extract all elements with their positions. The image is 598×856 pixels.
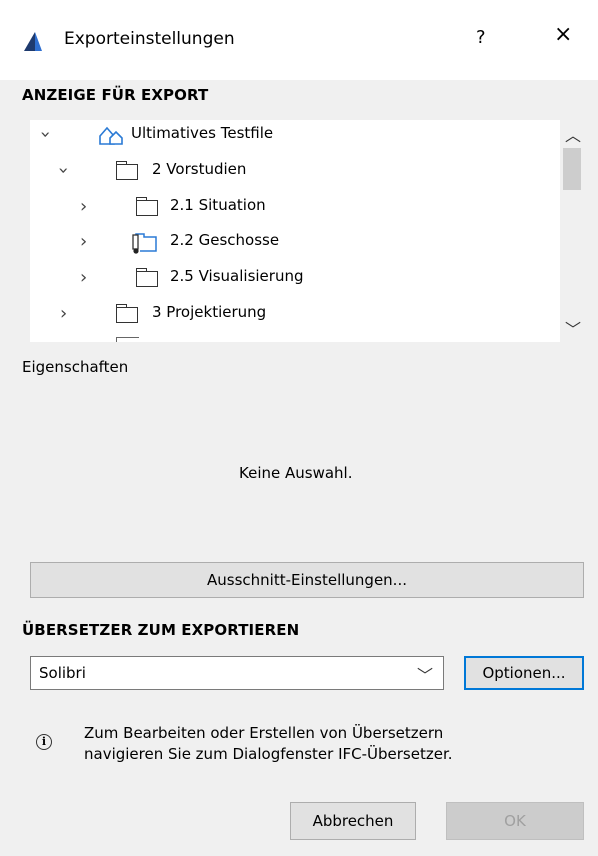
translator-heading: ÜBERSETZER ZUM EXPORTIEREN <box>22 621 300 639</box>
help-button[interactable]: ? <box>476 27 486 48</box>
folder-icon <box>116 304 138 323</box>
scroll-up-icon[interactable]: ︿ <box>565 122 581 146</box>
cancel-button[interactable]: Abbrechen <box>290 802 416 840</box>
view-tree[interactable]: › Ultimatives Testfile › 2 Vorstudien › … <box>30 120 584 342</box>
info-line-2: navigieren Sie zum Dialogfenster IFC-Übe… <box>84 745 453 763</box>
viewpoint-folder-icon <box>132 233 157 254</box>
tree-item-label: 2 Vorstudien <box>152 160 247 178</box>
no-selection-message: Keine Auswahl. <box>239 464 353 482</box>
chevron-right-icon[interactable]: › <box>80 196 87 217</box>
tree-item-label: Ultimatives Testfile <box>131 124 274 142</box>
info-line-1: Zum Bearbeiten oder Erstellen von Überse… <box>84 724 444 742</box>
info-text: Zum Bearbeiten oder Erstellen von Überse… <box>84 723 453 765</box>
info-icon: i <box>36 734 52 750</box>
tree-item-2-2-geschosse[interactable]: › 2.2 Geschosse <box>30 227 560 261</box>
tree-item-label: 3 Projektierung <box>152 303 267 321</box>
project-icon <box>99 126 123 145</box>
clip-settings-button[interactable]: Ausschnitt-Einstellungen... <box>30 562 584 598</box>
tree-item-label: 2.2 Geschosse <box>170 231 280 249</box>
tree-item-3-projektierung[interactable]: › 3 Projektierung <box>30 299 560 333</box>
export-view-heading: ANZEIGE FÜR EXPORT <box>22 86 209 104</box>
tree-item-2-vorstudien[interactable]: › 2 Vorstudien <box>30 156 560 190</box>
chevron-down-icon[interactable]: › <box>35 131 56 138</box>
tree-item-label: 2.5 Visualisierung <box>170 267 304 285</box>
close-button[interactable]: × <box>554 24 572 46</box>
tree-item-ultimatives-testfile[interactable]: › Ultimatives Testfile <box>30 120 560 154</box>
folder-icon <box>136 197 158 216</box>
tree-item-2-5-visualisierung[interactable]: › 2.5 Visualisierung <box>30 263 560 297</box>
translator-selected-value: Solibri <box>39 664 86 682</box>
chevron-right-icon[interactable]: › <box>80 267 87 288</box>
chevron-down-icon[interactable]: › <box>53 167 74 174</box>
tree-scrollbar[interactable]: ︿ ﹀ <box>560 120 584 342</box>
folder-icon <box>116 161 138 180</box>
scroll-down-icon[interactable]: ﹀ <box>565 316 581 340</box>
scroll-thumb[interactable] <box>563 148 581 190</box>
ok-button[interactable]: OK <box>446 802 584 840</box>
tree-item-2-1-situation[interactable]: › 2.1 Situation <box>30 192 560 226</box>
chevron-right-icon[interactable]: › <box>80 231 87 252</box>
tree-item-label: 2.1 Situation <box>170 196 266 214</box>
folder-icon <box>116 337 139 342</box>
folder-icon <box>136 268 158 287</box>
chevron-down-icon[interactable]: ﹀ <box>417 662 433 686</box>
window-title: Exporteinstellungen <box>64 29 235 49</box>
archicad-logo-icon <box>24 32 42 51</box>
translator-select[interactable]: Solibri ﹀ <box>30 656 444 690</box>
chevron-right-icon[interactable]: › <box>60 303 67 324</box>
properties-label: Eigenschaften <box>22 358 129 376</box>
options-button[interactable]: Optionen... <box>464 656 584 690</box>
title-bar: Exporteinstellungen ? × <box>0 0 598 80</box>
